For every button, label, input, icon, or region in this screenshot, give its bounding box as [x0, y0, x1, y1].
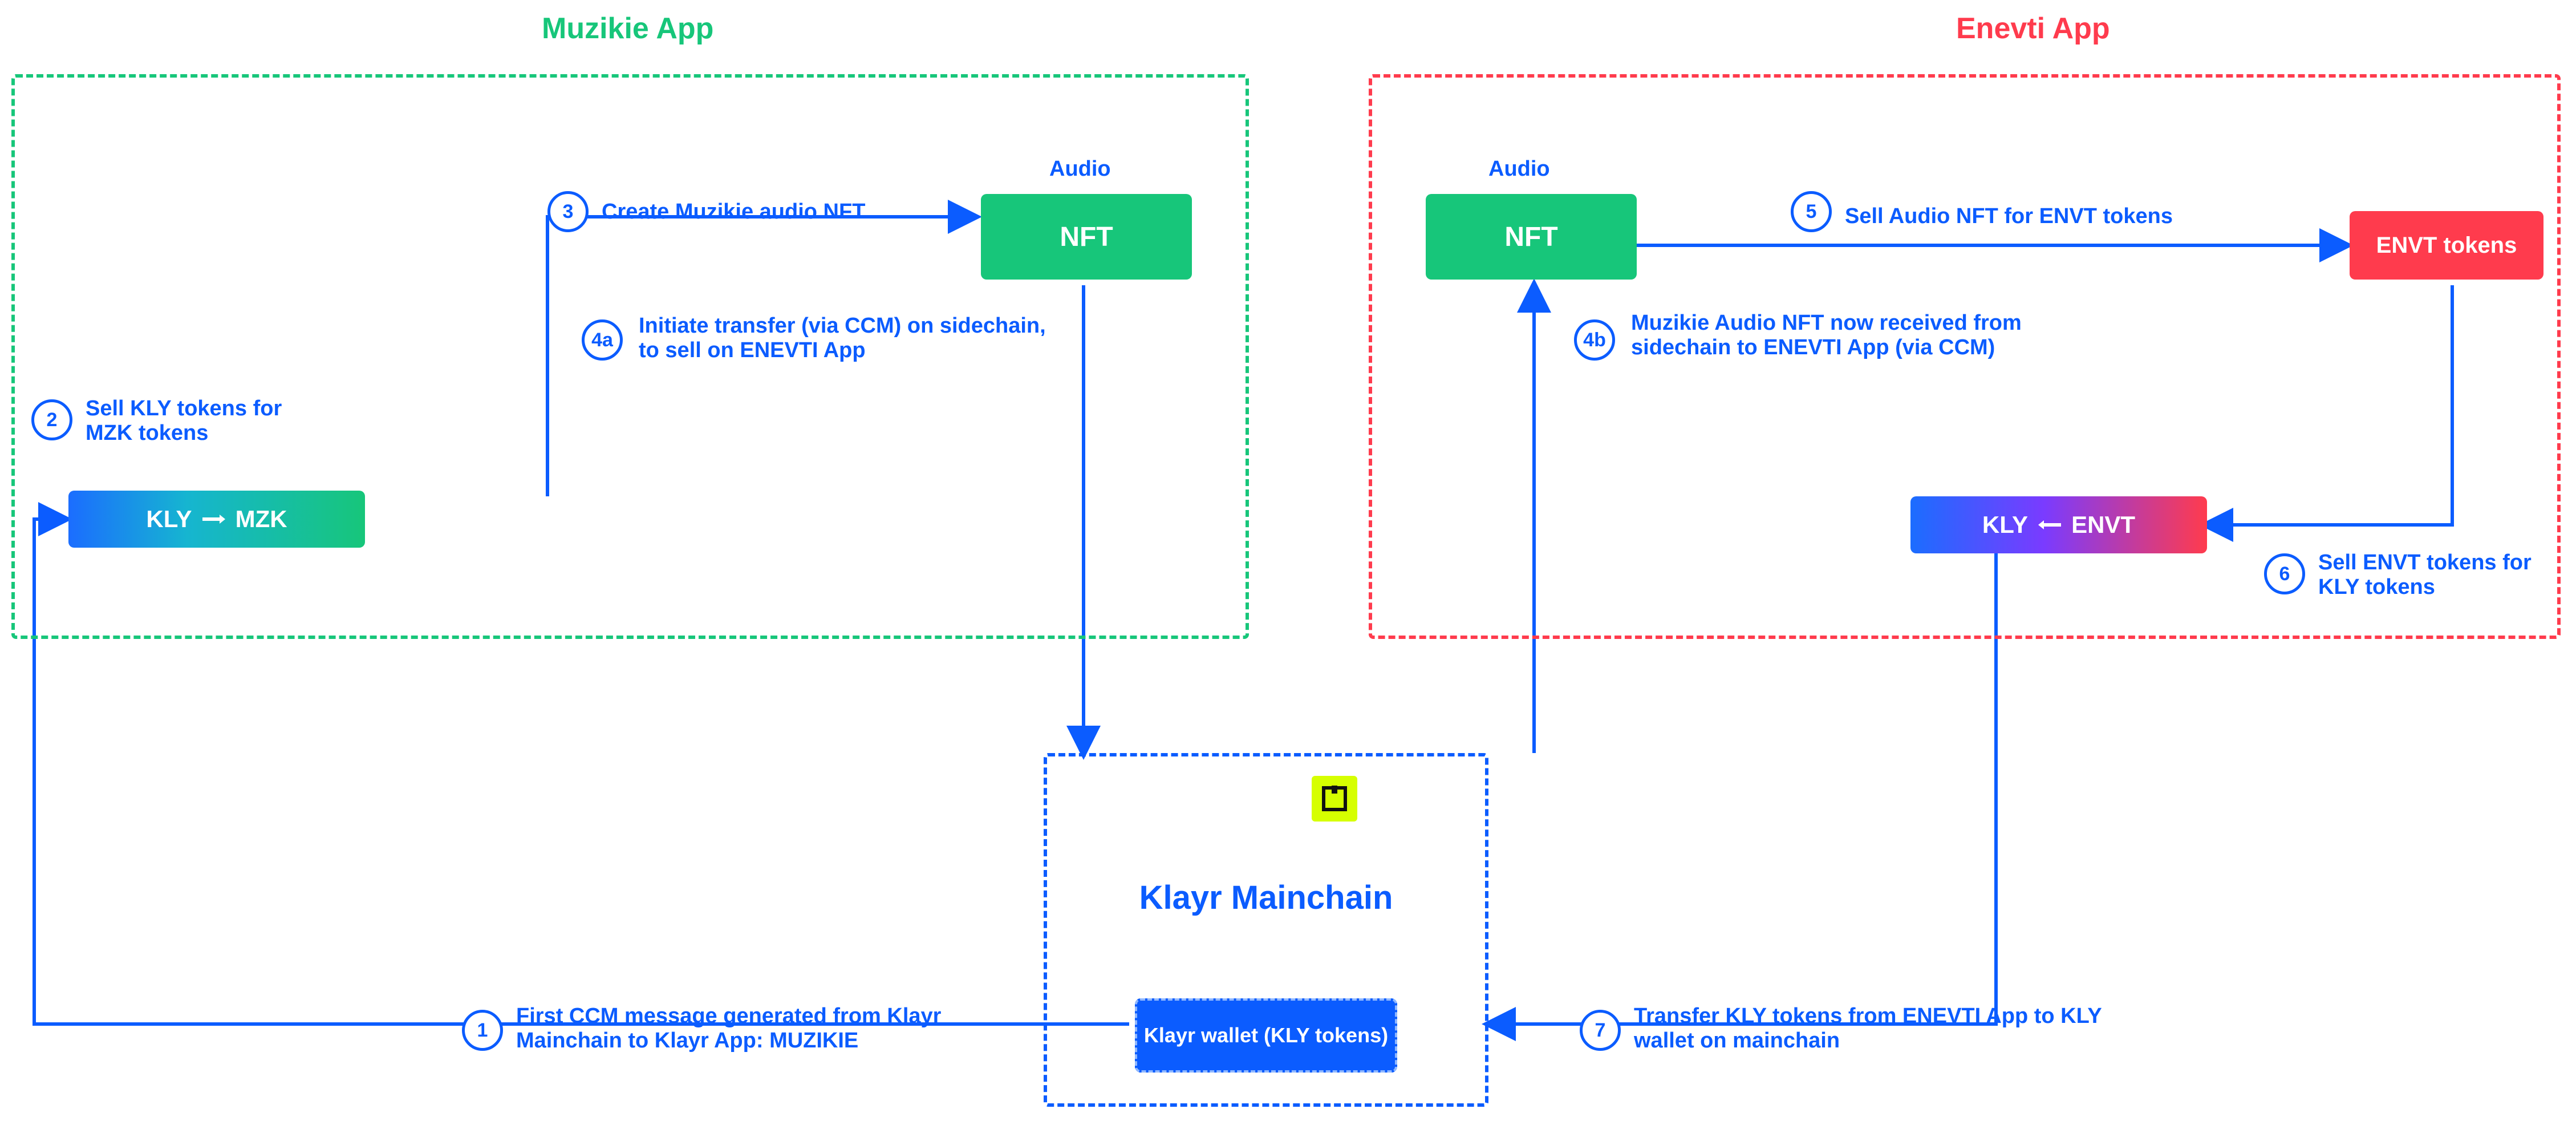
- muzikie-nft-audio-label: Audio: [1049, 157, 1111, 181]
- diagram-canvas: Muzikie App 2 Sell KLY tokens for MZK to…: [0, 0, 2576, 1133]
- step-2-circle: 2: [31, 399, 72, 440]
- step-6-circle: 6: [2264, 553, 2305, 594]
- step-4b-label: Muzikie Audio NFT now received from side…: [1631, 311, 2076, 360]
- step-7-circle: 7: [1580, 1010, 1621, 1051]
- arrow-left-icon: [2036, 519, 2063, 531]
- step-5-circle: 5: [1791, 191, 1832, 232]
- step-3-circle: 3: [547, 191, 589, 232]
- klayr-logo-icon: [1312, 776, 1357, 822]
- enevti-title: Enevti App: [1956, 11, 2110, 46]
- swap-kly-mzk-from: KLY: [138, 505, 200, 533]
- step-7-label: Transfer KLY tokens from ENEVTI App to K…: [1634, 1004, 2102, 1053]
- enevti-nft-audio-label: Audio: [1488, 157, 1550, 181]
- arrow-right-icon: [200, 513, 228, 525]
- swap-kly-envt-to: ENVT: [2063, 511, 2143, 539]
- swap-kly-envt-from: KLY: [1974, 511, 2036, 539]
- step-1-circle: 1: [462, 1010, 503, 1051]
- swap-kly-mzk: KLY MZK: [68, 491, 365, 548]
- mainchain-title: Klayr Mainchain: [1118, 879, 1414, 917]
- swap-kly-envt: KLY ENVT: [1910, 496, 2207, 553]
- swap-kly-mzk-to: MZK: [228, 505, 295, 533]
- enevti-nft-node: NFT: [1426, 194, 1637, 280]
- step-2-label: Sell KLY tokens for MZK tokens: [86, 396, 325, 446]
- envt-tokens-node: ENVT tokens: [2350, 211, 2543, 280]
- muzikie-title: Muzikie App: [542, 11, 713, 46]
- step-3-label: Create Muzikie audio NFT: [602, 200, 865, 224]
- step-1-label: First CCM message generated from Klayr M…: [516, 1004, 984, 1053]
- step-4a-circle: 4a: [582, 319, 623, 361]
- step-4b-circle: 4b: [1574, 319, 1615, 361]
- muzikie-nft-node: NFT: [981, 194, 1192, 280]
- klayr-wallet: Klayr wallet (KLY tokens): [1135, 998, 1397, 1073]
- step-4a-label: Initiate transfer (via CCM) on sidechain…: [639, 314, 1055, 363]
- step-5-label: Sell Audio NFT for ENVT tokens: [1845, 204, 2173, 229]
- step-6-label: Sell ENVT tokens for KLY tokens: [2318, 551, 2546, 600]
